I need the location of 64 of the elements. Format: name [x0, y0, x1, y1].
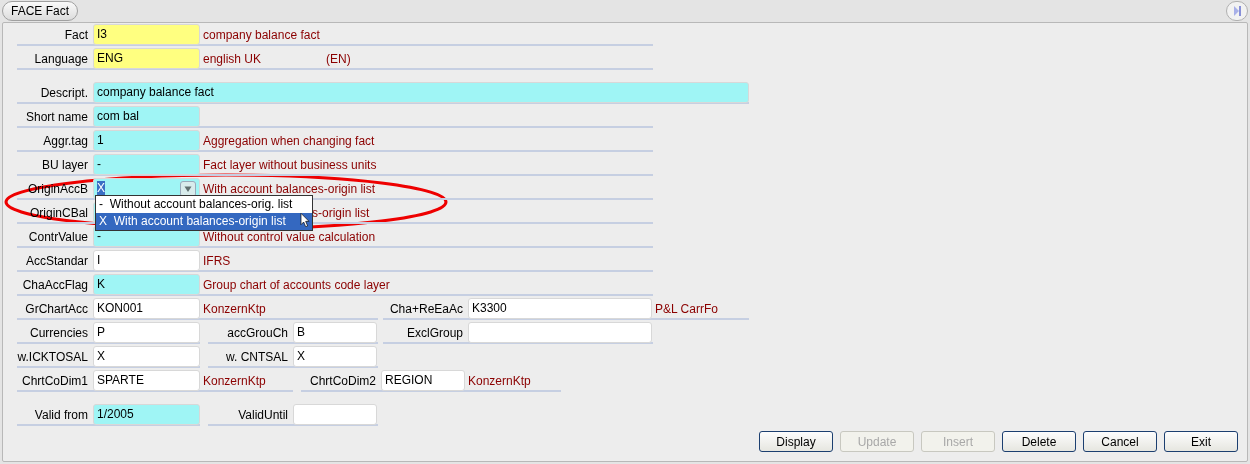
field-description: Without control value calculation — [202, 229, 376, 246]
field-description: Group chart of accounts code layer — [202, 277, 390, 294]
input-field[interactable] — [293, 404, 377, 425]
field-label: w. CNTSAL — [225, 349, 289, 366]
field-label: ValidUntil — [237, 407, 289, 424]
field-label: GrChartAcc — [24, 301, 89, 318]
input-field[interactable]: - — [93, 154, 200, 175]
field-description: s-origin list — [311, 205, 370, 222]
field-description: IFRS — [202, 253, 231, 270]
input-field[interactable]: company balance fact — [93, 82, 749, 103]
dropdown-option[interactable]: - Without account balances-orig. list — [96, 196, 312, 213]
field-label: ChrtCoDim2 — [309, 373, 377, 390]
field-label: Currencies — [28, 325, 89, 342]
field-label: Short name — [24, 109, 89, 126]
input-field[interactable]: I3 — [93, 24, 200, 45]
field-label: ContrValue — [27, 229, 89, 246]
field-description: Fact layer without business units — [202, 157, 377, 174]
action-button[interactable]: Exit — [1164, 431, 1238, 452]
field-label: w.ICKTOSAL — [17, 349, 89, 366]
input-field[interactable]: K — [93, 274, 200, 295]
field-description: P&L CarrFo — [654, 301, 718, 318]
field-label: ChrtCoDim1 — [21, 373, 89, 390]
field-label: Aggr.tag — [42, 133, 89, 150]
input-field[interactable]: X — [293, 346, 377, 367]
field-label: BU layer — [41, 157, 89, 174]
input-field[interactable]: KON001 — [93, 298, 200, 319]
field-description: With account balances-origin list — [202, 181, 376, 198]
input-field[interactable]: P — [93, 322, 200, 343]
field-label: Cha+ReEaAc — [388, 301, 464, 318]
action-button[interactable]: Display — [759, 431, 833, 452]
collapse-icon[interactable] — [1226, 1, 1248, 21]
input-field[interactable]: K3300 — [468, 298, 652, 319]
field-description: english UK — [202, 51, 263, 68]
cursor-icon — [300, 213, 310, 227]
input-field[interactable]: REGION — [381, 370, 465, 391]
action-button[interactable]: Delete — [1002, 431, 1076, 452]
window-title: FACE Fact — [2, 1, 78, 21]
field-label: ExclGroup — [405, 325, 464, 342]
field-label: AccStandar — [24, 253, 89, 270]
field-label: Fact — [63, 27, 89, 44]
field-label: accGrouCh — [226, 325, 289, 342]
input-field[interactable]: I — [93, 250, 200, 271]
field-label: Valid from — [33, 407, 89, 424]
input-field[interactable]: com bal — [93, 106, 200, 127]
input-field[interactable]: B — [293, 322, 377, 343]
action-button[interactable]: Cancel — [1083, 431, 1157, 452]
field-description: Aggregation when changing fact — [202, 133, 375, 150]
field-description: (EN) — [325, 51, 351, 68]
field-label: ChaAccFlag — [21, 277, 89, 294]
input-field[interactable] — [468, 322, 652, 343]
input-field[interactable]: ENG — [93, 48, 200, 69]
input-field[interactable]: 1 — [93, 130, 200, 151]
field-description: KonzernKtp — [202, 301, 266, 318]
field-description: KonzernKtp — [467, 373, 531, 390]
field-label: OriginCBal — [28, 205, 89, 222]
input-field[interactable]: 1/2005 — [93, 404, 200, 425]
field-label: Descript. — [39, 85, 89, 102]
input-field[interactable]: SPARTE — [93, 370, 200, 391]
input-field[interactable]: X — [93, 346, 200, 367]
field-label: OriginAccB — [26, 181, 89, 198]
field-label: Language — [33, 51, 89, 68]
dropdown-option[interactable]: X With account balances-origin list — [96, 213, 312, 230]
field-description: KonzernKtp — [202, 373, 266, 390]
field-description: company balance fact — [202, 27, 320, 44]
